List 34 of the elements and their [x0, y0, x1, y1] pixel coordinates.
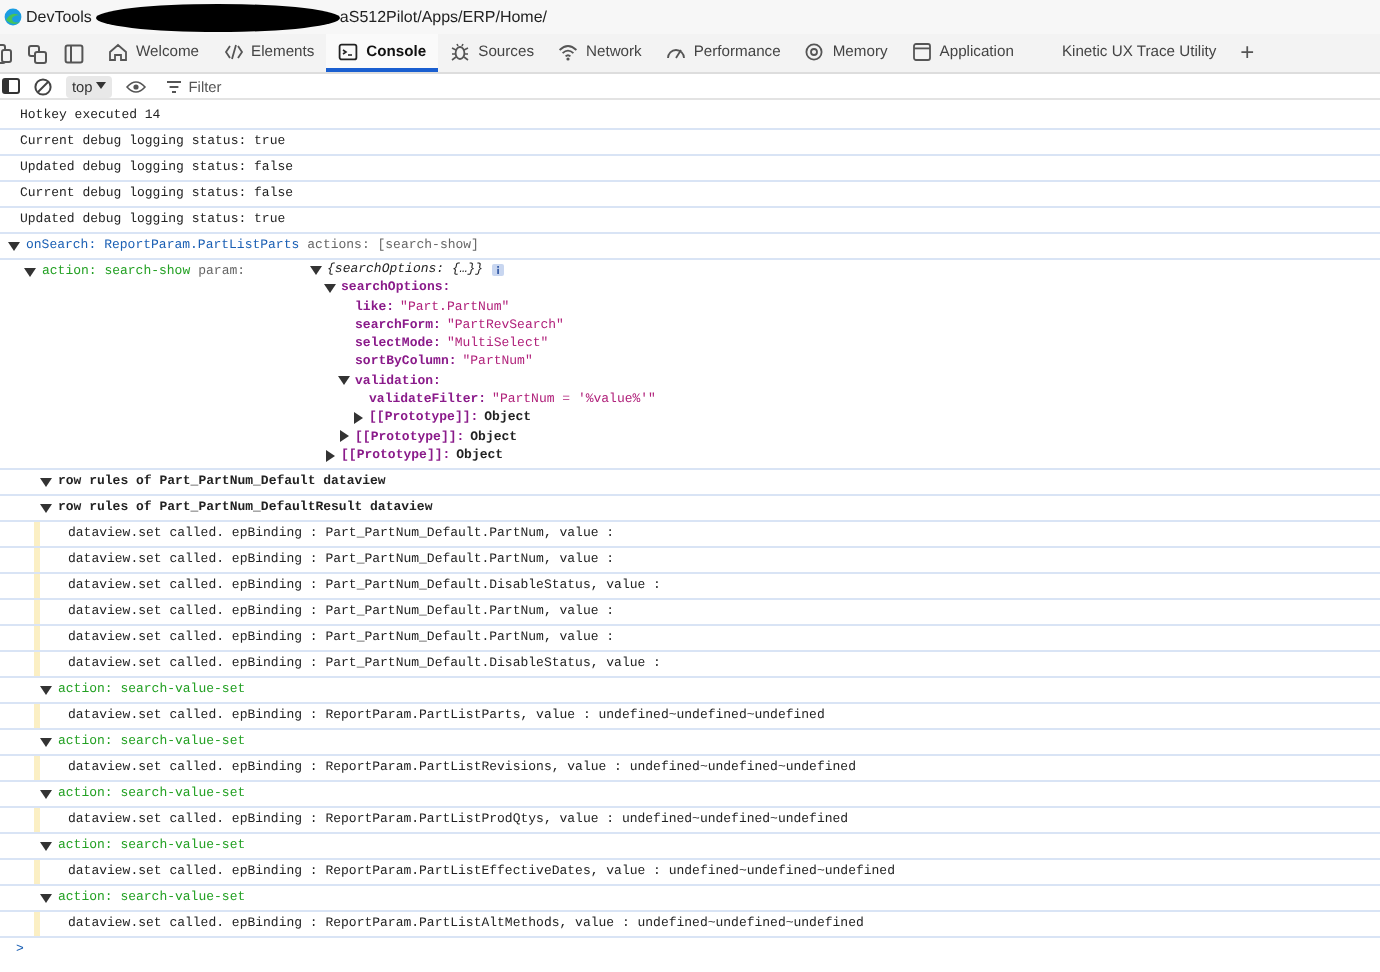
expanded-triangle-icon[interactable] — [40, 788, 52, 801]
eye-icon[interactable] — [126, 79, 147, 93]
window-title: DevTools — [26, 8, 92, 26]
expanded-triangle-icon[interactable] — [24, 266, 36, 278]
code-brackets-icon — [223, 41, 244, 61]
terminal-icon — [338, 41, 359, 61]
wifi-icon — [558, 41, 578, 61]
expanded-triangle-icon[interactable] — [40, 684, 52, 697]
expanded-triangle-icon[interactable] — [309, 263, 322, 276]
expanded-triangle-icon[interactable] — [40, 476, 52, 489]
circle-icon — [804, 41, 825, 61]
dock-icon[interactable] — [64, 43, 84, 63]
expanded-triangle-icon[interactable] — [40, 840, 52, 853]
collapsed-triangle-icon[interactable] — [323, 449, 336, 462]
filter-icon — [166, 79, 183, 93]
inspect-icon[interactable] — [28, 43, 48, 63]
expanded-triangle-icon[interactable] — [40, 892, 52, 905]
expanded-triangle-icon[interactable] — [337, 374, 350, 387]
expanded-triangle-icon[interactable] — [323, 281, 336, 294]
browser-logo-icon — [4, 8, 22, 26]
add-tab-button[interactable]: + — [1228, 34, 1267, 72]
sidebar-icon[interactable] — [2, 78, 20, 94]
info-icon[interactable] — [491, 263, 504, 276]
page-url: aS512Pilot/Apps/ERP/Home/ — [339, 8, 548, 26]
expanded-triangle-icon[interactable] — [40, 502, 52, 515]
clear-console-icon[interactable] — [34, 77, 52, 95]
caret-icon — [96, 82, 107, 90]
window-icon — [911, 41, 932, 61]
expanded-triangle-icon[interactable] — [40, 736, 52, 749]
house-icon — [108, 41, 128, 61]
expanded-triangle-icon[interactable] — [8, 240, 20, 252]
bug-icon — [450, 41, 471, 61]
collapsed-triangle-icon[interactable] — [351, 412, 364, 425]
collapsed-triangle-icon[interactable] — [337, 430, 350, 443]
